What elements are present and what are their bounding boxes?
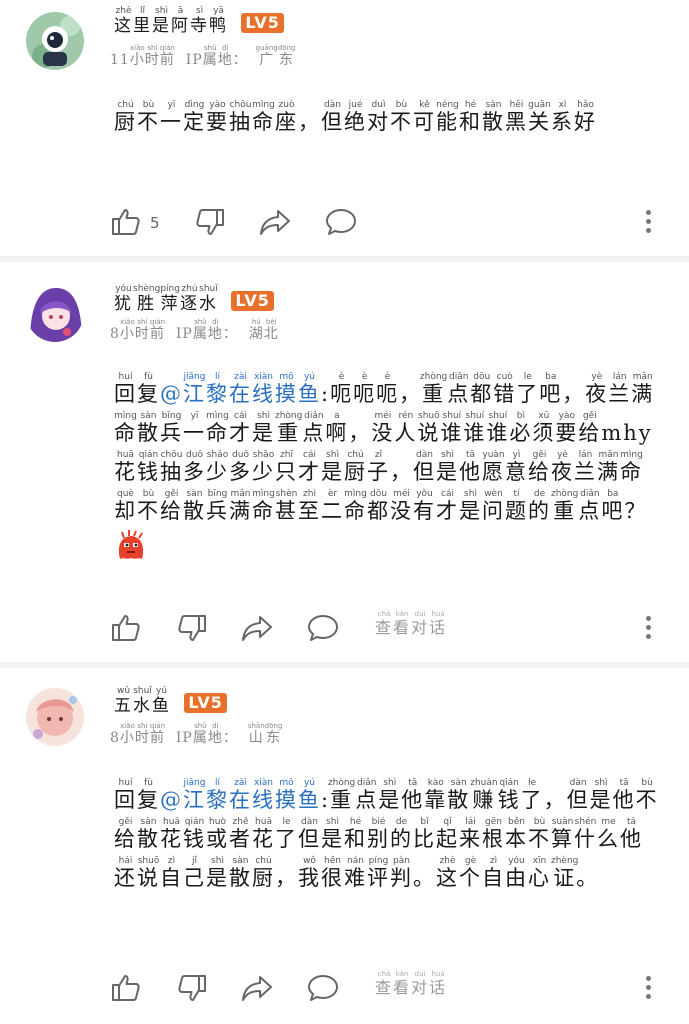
comment-icon bbox=[308, 615, 338, 641]
ip-label: IP属shǔ地dì： bbox=[175, 722, 238, 746]
comment-meta: 8 小xiǎo时shí前qián IP属shǔ地dì： 山shān东dōng bbox=[110, 722, 282, 747]
username[interactable]: 犹yóu胜shèng萍píng逐zhú水shuǐ LV5 bbox=[114, 284, 274, 315]
dislike-button[interactable] bbox=[176, 972, 208, 1004]
share-button[interactable] bbox=[240, 612, 274, 644]
ip-location: 广guǎng东dōng bbox=[255, 44, 296, 68]
dislike-icon bbox=[178, 615, 206, 641]
mention-link[interactable]: @江jiāng黎lí在zài线xiàn摸mō鱼yú bbox=[160, 372, 321, 406]
share-button[interactable] bbox=[258, 206, 292, 238]
avatar[interactable] bbox=[26, 688, 84, 746]
more-icon[interactable] bbox=[646, 616, 652, 643]
like-button[interactable] bbox=[110, 972, 142, 1004]
comment-body: 厨chú不bù一yī定dìng要yào抽chōu命mìng座zuò，但dàn绝j… bbox=[114, 100, 597, 134]
avatar[interactable] bbox=[26, 12, 84, 70]
comment-1: 这zhè里lǐ是shì阿ā寺sì鸭yā LV5 11 小xiǎo时shí前qiá… bbox=[0, 0, 689, 258]
comment-2: 犹yóu胜shèng萍píng逐zhú水shuǐ LV5 8 小xiǎo时shí… bbox=[0, 262, 689, 662]
comment-actions: 5 bbox=[110, 206, 670, 240]
dislike-icon bbox=[178, 975, 206, 1001]
share-button[interactable] bbox=[240, 972, 274, 1004]
comment-button[interactable] bbox=[324, 206, 358, 238]
post-time: 11 小xiǎo时shí前qián bbox=[110, 44, 175, 68]
view-conversation-link[interactable]: 查chá看kàn对duì话huà bbox=[375, 970, 447, 998]
like-icon bbox=[112, 975, 140, 1001]
dislike-button[interactable] bbox=[176, 612, 208, 644]
comment-button[interactable] bbox=[306, 972, 340, 1004]
ip-label: IP属shǔ地dì： bbox=[185, 44, 248, 68]
post-time: 8 小xiǎo时shí前qián bbox=[110, 722, 166, 746]
like-count: 5 bbox=[150, 214, 160, 232]
level-badge: LV5 bbox=[231, 290, 274, 311]
mention-link[interactable]: @江jiāng黎lí在zài线xiàn摸mō鱼yú bbox=[160, 778, 321, 812]
like-button[interactable] bbox=[110, 206, 142, 238]
share-icon bbox=[242, 976, 272, 1001]
level-badge: LV5 bbox=[184, 692, 227, 713]
more-icon[interactable] bbox=[646, 210, 652, 237]
comment-3: 五wǔ水shuǐ鱼yú LV5 8 小xiǎo时shí前qián IP属shǔ地… bbox=[0, 668, 689, 1024]
comment-actions: 查chá看kàn对duì话huà bbox=[110, 970, 670, 1006]
comment-body: 回huí复fù@江jiāng黎lí在zài线xiàn摸mō鱼yú:重zhòng点… bbox=[114, 778, 659, 890]
comment-meta: 11 小xiǎo时shí前qián IP属shǔ地dì： 广guǎng东dōng bbox=[110, 44, 295, 69]
dislike-icon bbox=[196, 209, 224, 235]
share-icon bbox=[260, 210, 290, 235]
username[interactable]: 这zhè里lǐ是shì阿ā寺sì鸭yā LV5 bbox=[114, 6, 284, 37]
ip-location: 湖hú北běi bbox=[248, 318, 279, 342]
comment-meta: 8 小xiǎo时shí前qián IP属shǔ地dì： 湖hú北běi bbox=[110, 318, 279, 343]
avatar[interactable] bbox=[26, 284, 84, 342]
like-icon bbox=[112, 615, 140, 641]
comment-actions: 查chá看kàn对duì话huà bbox=[110, 610, 670, 646]
ip-label: IP属shǔ地dì： bbox=[175, 318, 238, 342]
level-badge: LV5 bbox=[241, 12, 284, 33]
dislike-button[interactable] bbox=[194, 206, 226, 238]
post-time: 8 小xiǎo时shí前qián bbox=[110, 318, 166, 342]
comment-icon bbox=[326, 209, 356, 235]
more-icon[interactable] bbox=[646, 976, 652, 1003]
view-conversation-link[interactable]: 查chá看kàn对duì话huà bbox=[375, 610, 447, 638]
comment-button[interactable] bbox=[306, 612, 340, 644]
username[interactable]: 五wǔ水shuǐ鱼yú LV5 bbox=[114, 686, 227, 717]
share-icon bbox=[242, 616, 272, 641]
comment-body: 回huí复fù@江jiāng黎lí在zài线xiàn摸mō鱼yú:呃è呃è呃è，… bbox=[114, 372, 662, 570]
like-icon bbox=[112, 209, 140, 235]
ip-location: 山shān东dōng bbox=[247, 722, 283, 746]
comment-icon bbox=[308, 975, 338, 1001]
emoji-sticker bbox=[114, 529, 148, 563]
like-button[interactable] bbox=[110, 612, 142, 644]
